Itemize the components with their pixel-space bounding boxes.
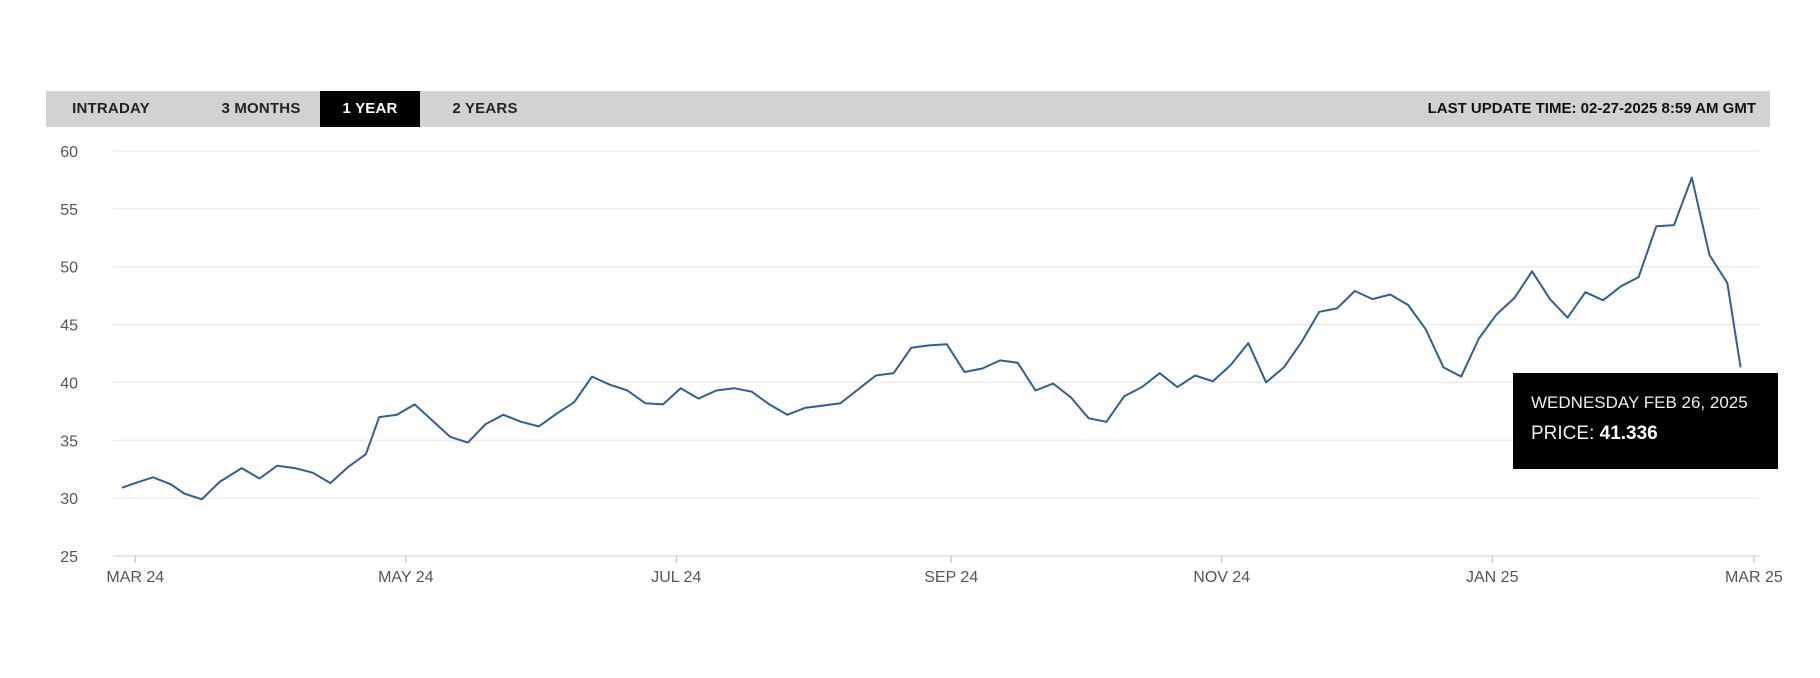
tooltip-price-label: PRICE:	[1531, 423, 1595, 444]
tooltip-date: WEDNESDAY FEB 26, 2025	[1531, 393, 1748, 412]
y-tick-label: 40	[60, 375, 78, 392]
price-series-line	[121, 176, 1742, 501]
y-tick-label: 45	[60, 318, 78, 335]
y-tick-label: 55	[60, 202, 78, 219]
y-tick-label: 25	[60, 549, 78, 566]
grid-lines	[113, 150, 1759, 557]
x-tick-label: SEP 24	[924, 569, 978, 586]
x-tick-label: MAY 24	[378, 569, 434, 586]
y-tick-label: 35	[60, 433, 78, 450]
y-tick-label: 30	[60, 491, 78, 508]
y-axis-ticks: 25 30 35 40 45 50 55 60	[60, 144, 78, 566]
x-axis-ticks: MAR 24 MAY 24 JUL 24 SEP 24 NOV 24 JAN 25 MAR …	[106, 556, 1783, 586]
x-tick-label: MAR 24	[106, 569, 164, 586]
tooltip-price-value: 41.336	[1599, 423, 1658, 444]
tooltip-price: PRICE: 41.336	[1531, 423, 1658, 445]
x-tick-label: MAR 25	[1725, 569, 1783, 586]
x-tick-label: JUL 24	[651, 569, 701, 586]
y-tick-label: 50	[60, 260, 78, 277]
price-line-chart: 25 30 35 40 45 50 55 60 MAR 24 MAY 24 JUL 24 SEP 2…	[60, 144, 1783, 586]
series-group	[121, 176, 1742, 501]
x-tick-label: NOV 24	[1193, 569, 1250, 586]
x-tick-label: JAN 25	[1466, 569, 1519, 586]
y-tick-label: 60	[60, 144, 78, 161]
price-tooltip: WEDNESDAY FEB 26, 2025 PRICE: 41.336	[1513, 373, 1778, 469]
